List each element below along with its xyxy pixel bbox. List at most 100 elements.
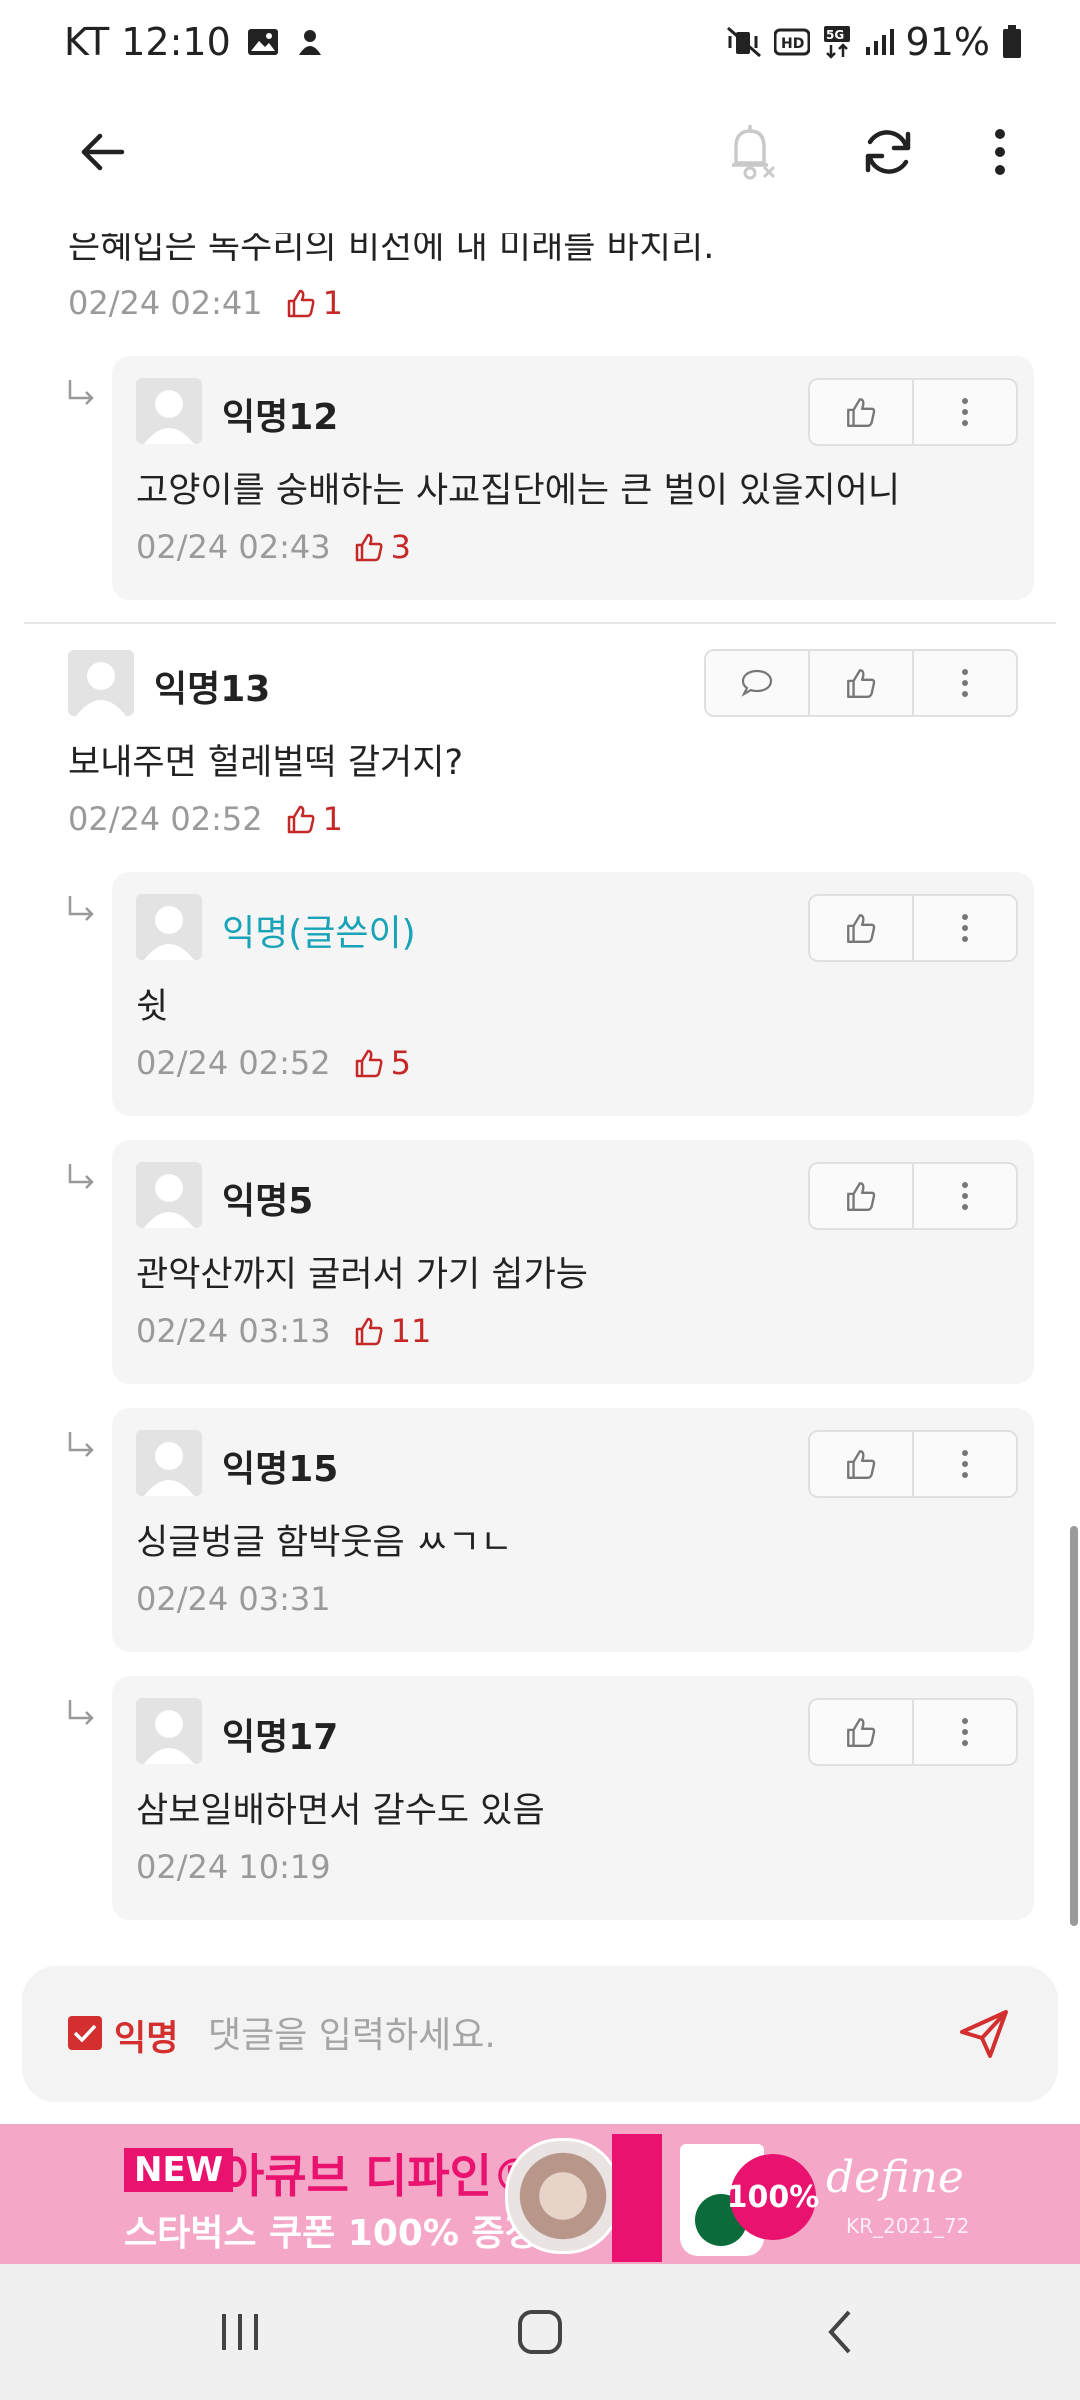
like-count: 11	[353, 1312, 431, 1350]
comment-time: 02/24 02:52	[136, 1044, 331, 1082]
avatar	[136, 1698, 202, 1764]
svg-text:HD: HD	[781, 36, 804, 52]
ad-product-box	[612, 2134, 662, 2262]
reply-card: 익명5 관악산까지 굴러서 가기 쉽가능 02/24 03:13 11	[112, 1140, 1034, 1384]
comment-time: 02/24 10:19	[136, 1848, 331, 1886]
like-count: 1	[285, 284, 343, 322]
thumbs-up-icon	[287, 805, 315, 834]
ad-new-badge: NEW	[124, 2148, 234, 2192]
reply-actions	[808, 378, 1018, 446]
system-nav-bar	[0, 2264, 1080, 2400]
like-button[interactable]	[810, 1700, 912, 1764]
recent-apps-button[interactable]	[190, 2292, 290, 2372]
like-count: 3	[353, 528, 411, 566]
speech-bubble-icon	[741, 669, 773, 697]
reply-actions	[808, 1698, 1018, 1766]
battery-percent: 91%	[905, 20, 990, 64]
ad-product-name: 아큐브 디파인®	[222, 2149, 538, 2203]
status-bar: KT 12:10 HD 5G 91%	[0, 0, 1080, 92]
top-toolbar	[0, 92, 1080, 208]
back-button[interactable]	[62, 112, 142, 192]
reply-button[interactable]	[706, 651, 808, 715]
5g-icon: 5G	[822, 25, 852, 59]
comment-input[interactable]	[206, 2004, 910, 2066]
like-button[interactable]	[810, 896, 912, 960]
comment-text: 싱글벙글 함박웃음 ㅆㄱㄴ	[136, 1523, 513, 1563]
mute-vibrate-icon	[726, 26, 762, 58]
comment-text: 고양이를 숭배하는 사교집단에는 큰 벌이 있을지어니	[136, 471, 901, 511]
thumbs-up-icon	[847, 1182, 876, 1211]
refresh-button[interactable]	[848, 112, 928, 192]
ad-banner[interactable]: NEW 아큐브 디파인® 스타벅스 쿠폰 100% 증정! 100% defin…	[0, 2124, 1080, 2264]
avatar	[136, 378, 202, 444]
comment-author-op: 익명(글쓴이)	[222, 913, 416, 954]
like-count: 1	[285, 800, 343, 838]
anonymous-checkbox[interactable]	[68, 2016, 102, 2050]
comment-more-button[interactable]	[912, 651, 1016, 715]
comment-time: 02/24 02:52	[68, 800, 263, 838]
notification-off-button[interactable]	[712, 112, 792, 192]
svg-text:5G: 5G	[826, 28, 844, 42]
avatar	[136, 894, 202, 960]
comment-more-button[interactable]	[912, 896, 1016, 960]
like-button[interactable]	[810, 380, 912, 444]
like-button[interactable]	[810, 1432, 912, 1496]
status-left: KT 12:10	[64, 20, 325, 64]
comment-time: 02/24 03:31	[136, 1580, 331, 1618]
more-vertical-icon	[962, 914, 968, 942]
arrow-left-icon	[81, 133, 125, 171]
more-vertical-icon	[962, 1718, 968, 1746]
refresh-icon	[865, 130, 911, 174]
thumbs-up-icon	[847, 398, 876, 427]
reply-arrow-icon	[68, 896, 94, 921]
reply-card: 익명17 삼보일배하면서 갈수도 있음 02/24 10:19	[112, 1676, 1034, 1920]
thumbs-up-icon	[847, 1718, 876, 1747]
like-button[interactable]	[808, 651, 912, 715]
battery-icon	[1002, 25, 1022, 59]
comment-meta: 02/24 03:31	[136, 1580, 331, 1618]
home-icon	[518, 2310, 562, 2354]
avatar	[68, 650, 134, 716]
comment-meta: 02/24 02:52 1	[68, 800, 343, 838]
more-vertical-icon	[962, 1450, 968, 1478]
anonymous-label[interactable]: 익명	[114, 2010, 178, 2061]
reply-actions	[808, 1430, 1018, 1498]
recent-apps-icon	[222, 2314, 258, 2350]
comment-more-button[interactable]	[912, 1164, 1016, 1228]
comment-meta: 02/24 02:41 1	[68, 284, 343, 322]
send-button[interactable]	[952, 2002, 1016, 2066]
system-back-button[interactable]	[790, 2292, 890, 2372]
notification-app-icon	[295, 27, 325, 57]
reply-actions	[808, 894, 1018, 962]
reply-card: 익명(글쓴이) 쉿 02/24 02:52 5	[112, 872, 1034, 1116]
more-vertical-icon	[995, 129, 1005, 175]
comment-author: 익명17	[222, 1717, 339, 1758]
reply-arrow-icon	[68, 1700, 94, 1725]
home-button[interactable]	[490, 2292, 590, 2372]
comment-more-button[interactable]	[912, 380, 1016, 444]
more-options-button[interactable]	[960, 112, 1040, 192]
comment-author: 익명15	[222, 1449, 339, 1490]
comment-author: 익명13	[154, 669, 271, 710]
comment-more-button[interactable]	[912, 1700, 1016, 1764]
thumbs-up-icon	[355, 1317, 383, 1346]
status-right: HD 5G 91%	[726, 20, 1022, 64]
carrier-time: KT 12:10	[64, 20, 231, 64]
divider	[24, 622, 1056, 624]
reply-card: 익명12 고양이를 숭배하는 사교집단에는 큰 벌이 있을지어니 02/24 0…	[112, 356, 1034, 600]
comment-text: 쉿	[136, 987, 169, 1027]
thumbs-up-icon	[847, 669, 876, 698]
ad-code: KR_2021_72	[846, 2214, 970, 2238]
scrollbar-thumb[interactable]	[1070, 1526, 1078, 1926]
comment-composer: 익명	[22, 1966, 1058, 2102]
like-button[interactable]	[810, 1164, 912, 1228]
comment-actions	[704, 649, 1018, 717]
reply-arrow-icon	[68, 380, 94, 405]
ad-brand-logo: define	[826, 2152, 964, 2203]
comment-author: 익명12	[222, 397, 339, 438]
comment-more-button[interactable]	[912, 1432, 1016, 1496]
avatar	[136, 1162, 202, 1228]
signal-icon	[864, 27, 894, 57]
hd-voice-icon: HD	[773, 28, 810, 56]
reply-card: 익명15 싱글벙글 함박웃음 ㅆㄱㄴ 02/24 03:31	[112, 1408, 1034, 1652]
